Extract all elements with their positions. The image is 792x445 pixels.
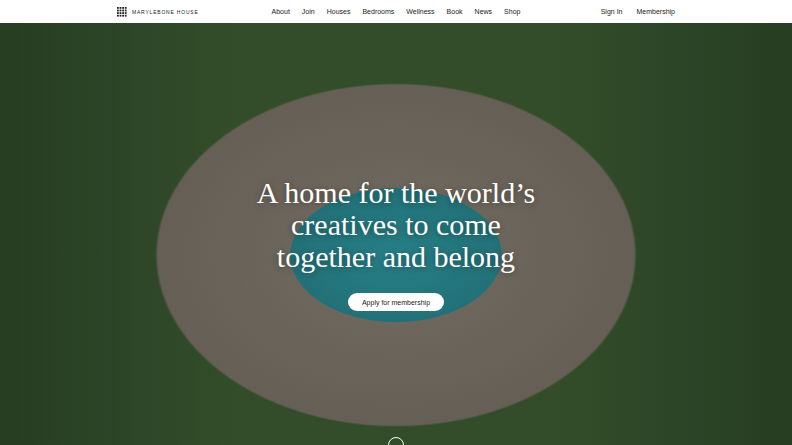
- nav-link[interactable]: Houses: [327, 8, 351, 15]
- apply-button[interactable]: Apply for membership: [348, 293, 444, 311]
- nav-link[interactable]: Wellness: [406, 8, 434, 15]
- nav-link[interactable]: Join: [302, 8, 315, 15]
- hero-heading: A home for the world’screatives to comet…: [257, 177, 535, 273]
- nav-link[interactable]: About: [272, 8, 290, 15]
- logo[interactable]: MARYLEBONE HOUSE: [117, 7, 272, 17]
- nav-link[interactable]: News: [475, 8, 493, 15]
- grid-logo-icon: [117, 7, 127, 17]
- top-nav: MARYLEBONE HOUSE About Join Houses Bedrooms…: [0, 0, 792, 23]
- account-link[interactable]: Sign In: [601, 8, 623, 15]
- account-link[interactable]: Membership: [636, 8, 675, 15]
- page: MARYLEBONE HOUSE About Join Houses Bedrooms…: [0, 0, 792, 445]
- hero-content: A home for the world’screatives to comet…: [257, 177, 535, 311]
- nav-link[interactable]: Bedrooms: [362, 8, 394, 15]
- hero: A home for the world’screatives to comet…: [0, 23, 792, 445]
- heading-line: A home for the world’s: [257, 177, 535, 209]
- account-menu: Sign In Membership: [520, 8, 675, 15]
- main-menu: About Join Houses Bedrooms Wellness Book News S…: [272, 8, 521, 15]
- nav-link[interactable]: Shop: [504, 8, 520, 15]
- heading-line: together and belong: [277, 241, 515, 273]
- logo-text: MARYLEBONE HOUSE: [132, 9, 199, 15]
- heading-line: creatives to come: [291, 209, 501, 241]
- nav-link[interactable]: Book: [447, 8, 463, 15]
